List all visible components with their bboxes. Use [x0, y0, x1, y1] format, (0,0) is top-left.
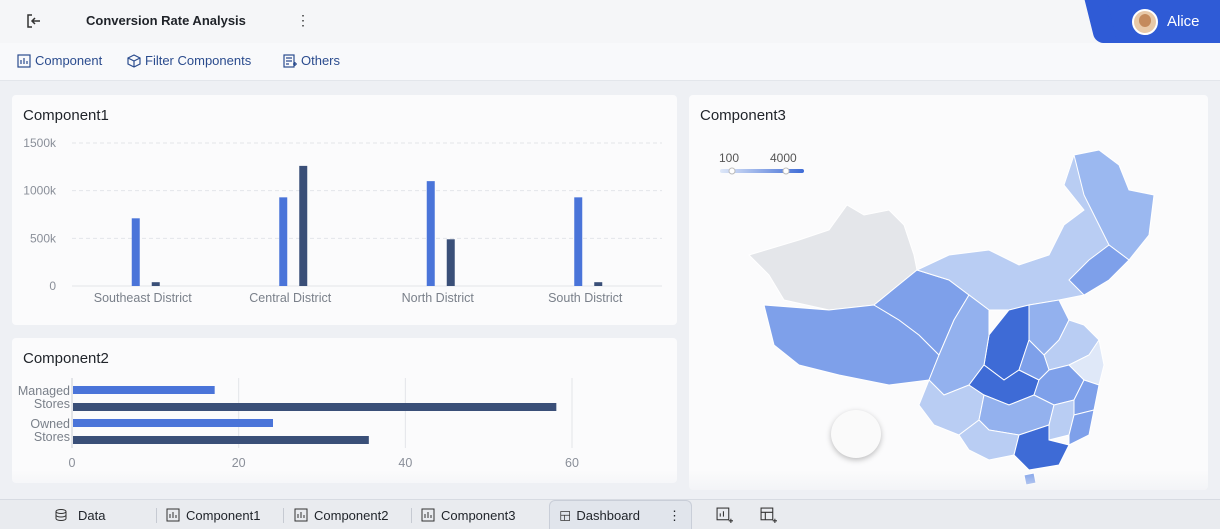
- map-chart: 100 4000: [719, 149, 1155, 486]
- tab-label: Component2: [314, 507, 389, 523]
- dashboard-icon: [560, 510, 571, 521]
- avatar: [1132, 8, 1158, 35]
- x-tick-label: 60: [565, 456, 579, 470]
- add-chart-icon: [716, 507, 733, 523]
- add-dashboard-tab-button[interactable]: [760, 500, 777, 529]
- component3-panel[interactable]: Component3 100 4000: [689, 95, 1208, 490]
- map-zoom-control[interactable]: [831, 410, 881, 458]
- tab-label: Component3: [441, 507, 516, 523]
- legend-handle-max[interactable]: [782, 167, 790, 175]
- bar[interactable]: [426, 181, 435, 286]
- component-icon: [17, 53, 31, 68]
- header-bar: Conversion Rate Analysis ⋮ Alice: [0, 0, 1220, 43]
- legend-min-label: 100: [719, 151, 739, 165]
- tab-label: Data: [78, 507, 106, 523]
- chart-icon: [421, 508, 435, 522]
- more-menu-icon[interactable]: ⋮: [296, 12, 310, 29]
- user-menu[interactable]: Alice: [1098, 0, 1220, 43]
- y-tick-label: 1000k: [23, 184, 57, 198]
- others-label: Others: [301, 53, 341, 68]
- y-tick-label: Stores: [34, 397, 70, 411]
- user-name: Alice: [1167, 13, 1200, 30]
- bar[interactable]: [73, 419, 273, 427]
- tab-more-icon[interactable]: ⋮: [668, 508, 681, 524]
- toolbar: Component Filter Components Others: [0, 43, 1220, 81]
- add-component-tab-button[interactable]: [716, 500, 733, 529]
- region-hainan: [1023, 472, 1037, 486]
- bar[interactable]: [131, 218, 140, 286]
- x-tick-label: Southeast District: [94, 291, 192, 305]
- y-tick-label: 0: [49, 279, 56, 293]
- bar[interactable]: [446, 239, 455, 286]
- x-tick-label: 0: [69, 456, 76, 470]
- filter-components-label: Filter Components: [145, 53, 252, 68]
- page-title: Conversion Rate Analysis: [86, 13, 246, 28]
- add-dashboard-icon: [760, 507, 777, 523]
- cube-icon: [127, 53, 141, 68]
- add-component-button[interactable]: Component: [17, 53, 102, 68]
- database-icon: [55, 509, 67, 522]
- tab-label: Dashboard: [576, 508, 640, 523]
- component1-panel[interactable]: Component1 0 500k 1000k 1500k Southeast Dist…: [12, 95, 677, 325]
- bar[interactable]: [73, 386, 215, 394]
- vertical-bar-chart: 0 500k 1000k 1500k Southeast District Central…: [23, 136, 662, 305]
- tab-component3[interactable]: Component3: [421, 500, 515, 529]
- component-label: Component: [35, 53, 103, 68]
- x-tick-label: 20: [232, 456, 246, 470]
- x-tick-label: Central District: [249, 291, 331, 305]
- tab-component2[interactable]: Component2: [294, 500, 388, 529]
- filter-components-button[interactable]: Filter Components: [127, 53, 251, 68]
- y-tick-label: 500k: [30, 231, 57, 245]
- legend-max-label: 4000: [770, 151, 797, 165]
- legend-handle-min[interactable]: [728, 167, 736, 175]
- horizontal-bar-chart: 0 20 40 60ManagedStoresOwnedStores: [18, 378, 579, 470]
- bar[interactable]: [279, 197, 288, 286]
- bar[interactable]: [73, 403, 557, 411]
- x-tick-label: 40: [398, 456, 412, 470]
- y-tick-label: Owned: [30, 417, 70, 431]
- y-tick-label: Managed: [18, 384, 70, 398]
- tab-component1[interactable]: Component1: [166, 500, 260, 529]
- bar[interactable]: [574, 197, 583, 286]
- sheet-tabbar: Data Component1 Component2 Component3 Da…: [0, 499, 1220, 529]
- chart-icon: [166, 508, 180, 522]
- others-button[interactable]: Others: [283, 53, 340, 68]
- x-tick-label: North District: [402, 291, 475, 305]
- tab-dashboard[interactable]: Dashboard ⋮: [549, 500, 692, 529]
- tab-label: Component1: [186, 507, 261, 523]
- bar[interactable]: [594, 282, 603, 286]
- y-tick-label: 1500k: [23, 136, 57, 150]
- x-tick-label: South District: [548, 291, 623, 305]
- y-tick-label: Stores: [34, 430, 70, 444]
- component2-panel[interactable]: Component2 0 20 40 60 Managed Stores Owned Stor…: [12, 338, 677, 483]
- exit-icon[interactable]: [24, 11, 44, 31]
- others-icon: [283, 53, 297, 68]
- chart-icon: [294, 508, 308, 522]
- tab-data[interactable]: Data: [54, 500, 105, 529]
- bar[interactable]: [299, 165, 308, 286]
- china-map[interactable]: [748, 149, 1155, 486]
- bar[interactable]: [151, 282, 160, 286]
- bar[interactable]: [73, 436, 369, 444]
